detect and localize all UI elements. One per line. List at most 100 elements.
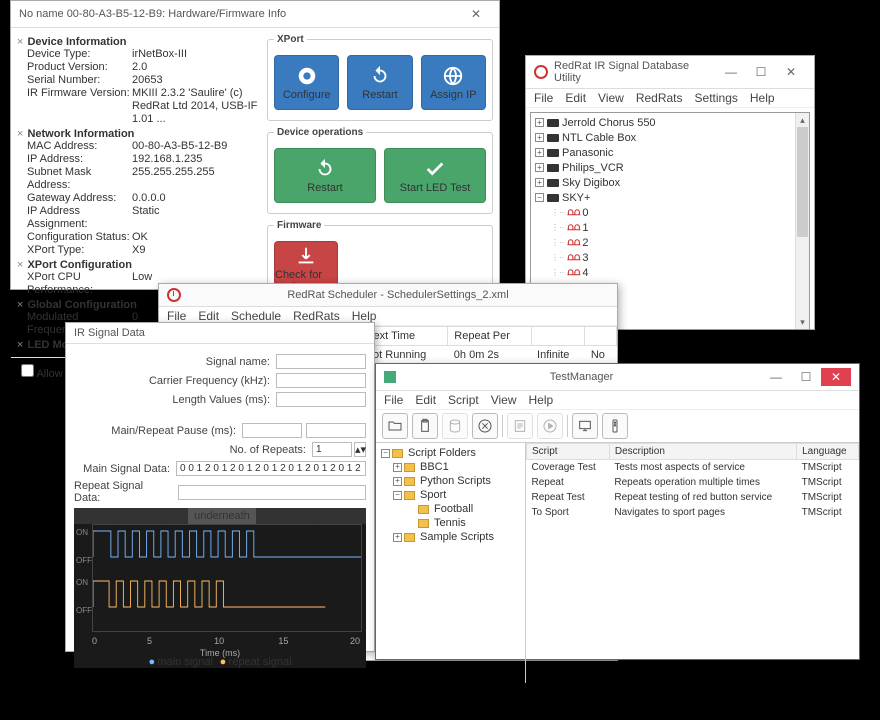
minimize-icon[interactable]: —	[761, 368, 791, 386]
signal-node[interactable]: ⋮··⩍⩍0	[535, 205, 805, 220]
start-led-test-button[interactable]: Start LED Test	[384, 148, 486, 203]
folder-icon	[404, 477, 415, 486]
column-header[interactable]: Script	[527, 444, 610, 460]
device-node[interactable]: +NTL Cable Box	[535, 130, 805, 145]
folder-node[interactable]: −Script Folders	[379, 446, 522, 460]
open-folder-button[interactable]	[382, 413, 408, 439]
property-row: Product Version:2.0	[17, 61, 261, 74]
remote-icon	[547, 194, 559, 202]
carrier-input[interactable]	[276, 373, 366, 388]
menu-script[interactable]: Script	[448, 393, 479, 407]
run-button[interactable]	[537, 413, 563, 439]
menu-file[interactable]: File	[167, 309, 186, 323]
script-button[interactable]	[507, 413, 533, 439]
folder-node[interactable]: +Python Scripts	[379, 474, 522, 488]
titlebar: RedRat IR Signal Database Utility — ☐ ✕	[526, 56, 814, 89]
menu-help[interactable]: Help	[529, 393, 554, 407]
menu-help[interactable]: Help	[750, 91, 775, 105]
menu-file[interactable]: File	[384, 393, 403, 407]
repeats-input[interactable]	[312, 442, 352, 457]
expander-icon[interactable]: −	[381, 449, 390, 458]
column-header[interactable]: Repeat Per	[448, 327, 531, 346]
pause-repeat-input[interactable]	[306, 423, 366, 438]
scrollbar[interactable]: ▴ ▾	[795, 113, 809, 329]
menu-edit[interactable]: Edit	[565, 91, 586, 105]
folder-icon	[404, 533, 415, 542]
folder-node[interactable]: Tennis	[379, 516, 522, 530]
lengths-input[interactable]	[276, 392, 366, 407]
display-mode-button[interactable]: underneath	[188, 508, 256, 524]
maximize-icon[interactable]: ☐	[746, 63, 776, 81]
menu-schedule[interactable]: Schedule	[231, 309, 281, 323]
script-row[interactable]: Coverage TestTests most aspects of servi…	[527, 460, 859, 476]
column-header[interactable]: Language	[797, 444, 859, 460]
menu-redrats[interactable]: RedRats	[293, 309, 340, 323]
menu-redrats[interactable]: RedRats	[636, 91, 683, 105]
signal-node[interactable]: ⋮··⩍⩍4	[535, 265, 805, 280]
column-header[interactable]: Description	[609, 444, 796, 460]
expander-icon[interactable]: +	[535, 148, 544, 157]
clipboard-button[interactable]	[412, 413, 438, 439]
folder-icon	[418, 519, 429, 528]
close-icon[interactable]: ✕	[461, 5, 491, 23]
expander-icon[interactable]: +	[393, 463, 402, 472]
database-button[interactable]	[442, 413, 468, 439]
scroll-thumb[interactable]	[797, 127, 808, 237]
remote-button[interactable]	[602, 413, 628, 439]
close-icon[interactable]: ✕	[776, 63, 806, 81]
menu-edit[interactable]: Edit	[198, 309, 219, 323]
folder-node[interactable]: Football	[379, 502, 522, 516]
menu-view[interactable]: View	[598, 91, 624, 105]
expander-icon[interactable]: +	[393, 477, 402, 486]
signal-name-input[interactable]	[276, 354, 366, 369]
section-network[interactable]: Network Information	[17, 128, 261, 140]
expander-icon[interactable]: +	[393, 533, 402, 542]
menu-help[interactable]: Help	[352, 309, 377, 323]
column-header[interactable]	[585, 327, 617, 346]
scroll-up-icon[interactable]: ▴	[796, 113, 809, 127]
menu-view[interactable]: View	[491, 393, 517, 407]
expander-icon[interactable]: +	[535, 133, 544, 142]
repeat-data-input[interactable]	[178, 485, 366, 500]
script-row[interactable]: Repeat TestRepeat testing of red button …	[527, 490, 859, 505]
pause-main-input[interactable]	[242, 423, 302, 438]
assign-ip-button[interactable]: Assign IP	[421, 55, 486, 110]
device-node[interactable]: −SKY+	[535, 190, 805, 205]
menu-file[interactable]: File	[534, 91, 553, 105]
script-row[interactable]: RepeatRepeats operation multiple timesTM…	[527, 475, 859, 490]
main-data-input[interactable]	[176, 461, 366, 476]
restart-device-button[interactable]: Restart	[274, 148, 376, 203]
device-node[interactable]: +Jerrold Chorus 550	[535, 115, 805, 130]
close-icon[interactable]: ✕	[821, 368, 851, 386]
folder-node[interactable]: −Sport	[379, 488, 522, 502]
device-node[interactable]: +Philips_VCR	[535, 160, 805, 175]
expander-icon[interactable]: +	[535, 178, 544, 187]
folder-node[interactable]: +Sample Scripts	[379, 530, 522, 544]
signal-node[interactable]: ⋮··⩍⩍1	[535, 220, 805, 235]
app-icon	[534, 65, 548, 79]
restart-xport-button[interactable]: Restart	[347, 55, 412, 110]
expander-icon[interactable]: +	[535, 118, 544, 127]
repeats-spinner[interactable]: ▴▾	[354, 442, 366, 457]
maximize-icon[interactable]: ☐	[791, 368, 821, 386]
expander-icon[interactable]: −	[393, 491, 402, 500]
cancel-button[interactable]	[472, 413, 498, 439]
monitor-button[interactable]	[572, 413, 598, 439]
device-node[interactable]: +Panasonic	[535, 145, 805, 160]
expander-icon[interactable]: −	[535, 193, 544, 202]
signal-node[interactable]: ⋮··⩍⩍2	[535, 235, 805, 250]
minimize-icon[interactable]: —	[716, 63, 746, 81]
script-row[interactable]: To SportNavigates to sport pagesTMScript	[527, 505, 859, 520]
section-xport[interactable]: XPort Configuration	[17, 259, 261, 271]
menu-edit[interactable]: Edit	[415, 393, 436, 407]
column-header[interactable]	[531, 327, 585, 346]
folder-node[interactable]: +BBC1	[379, 460, 522, 474]
expander-icon[interactable]: +	[535, 163, 544, 172]
configure-button[interactable]: Configure	[274, 55, 339, 110]
device-node[interactable]: +Sky Digibox	[535, 175, 805, 190]
scroll-down-icon[interactable]: ▾	[796, 315, 809, 329]
separator	[502, 415, 503, 437]
menu-settings[interactable]: Settings	[695, 91, 738, 105]
section-device[interactable]: Device Information	[17, 36, 261, 48]
signal-node[interactable]: ⋮··⩍⩍3	[535, 250, 805, 265]
